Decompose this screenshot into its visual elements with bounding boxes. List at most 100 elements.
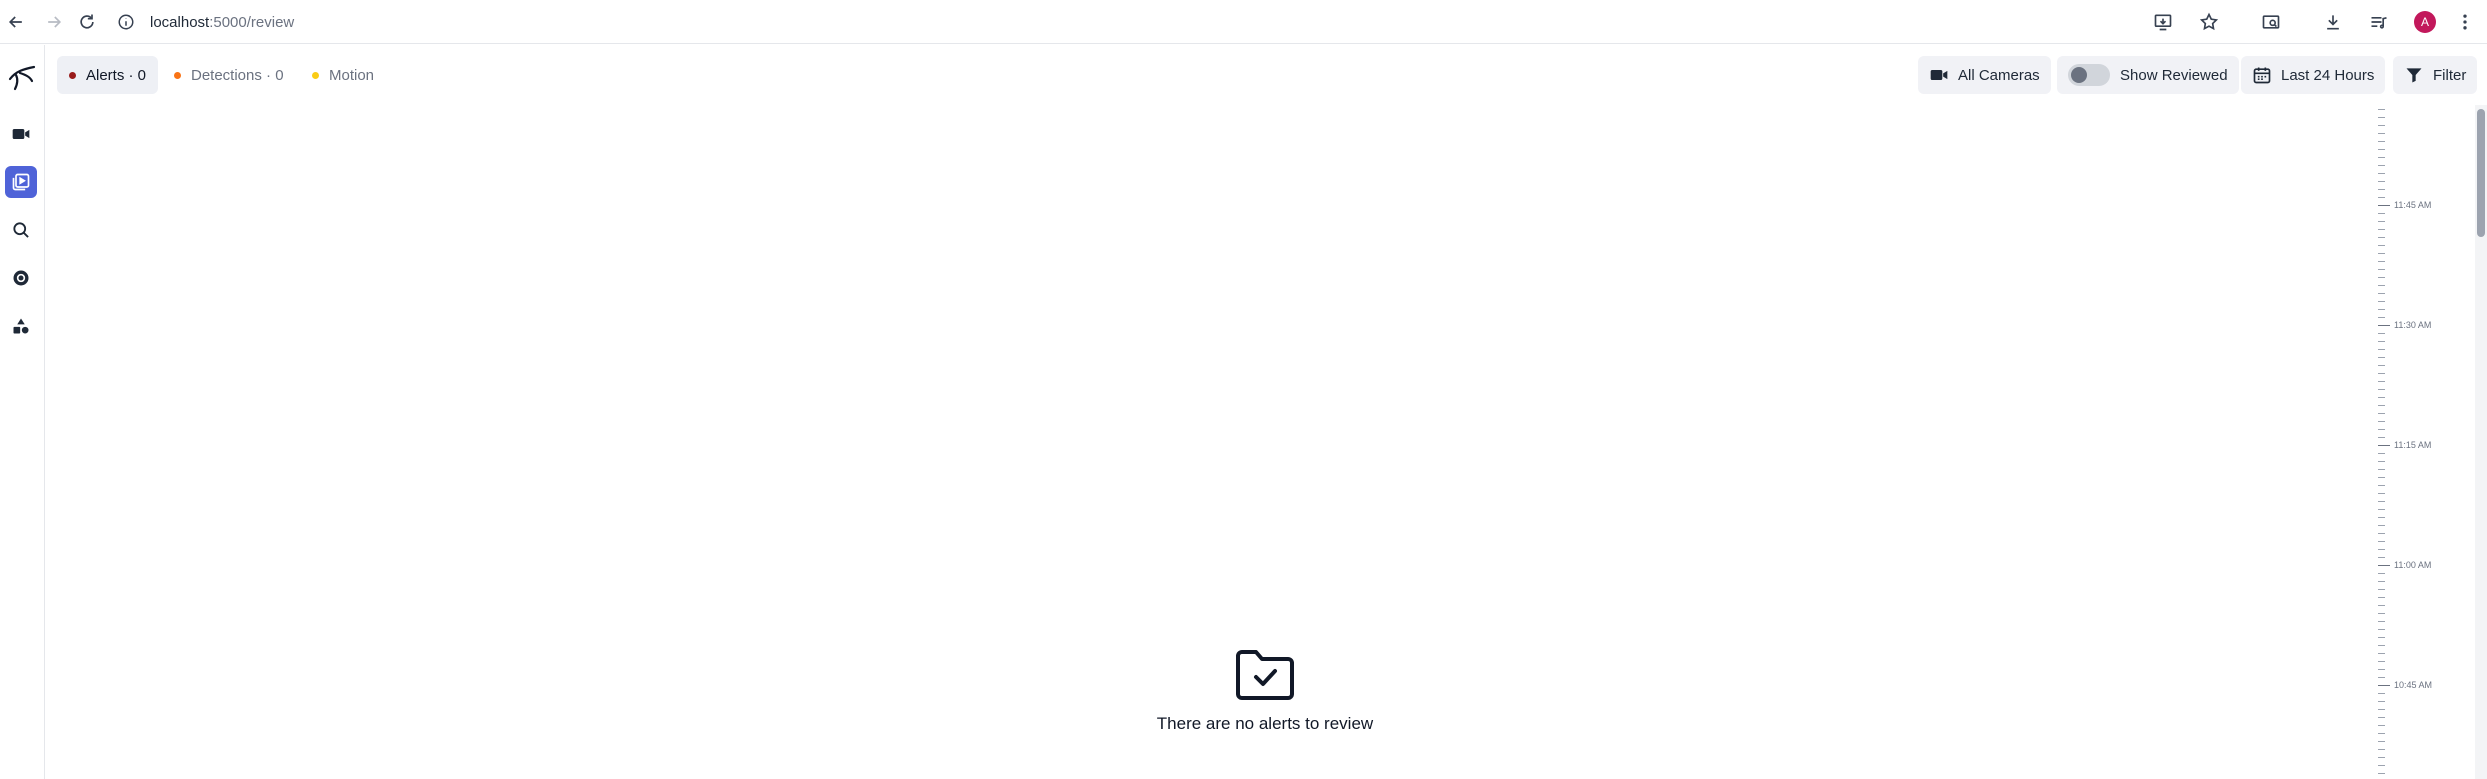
profile-initial: A <box>2414 11 2436 33</box>
timeline-minor-tick <box>2378 221 2385 222</box>
address-bar[interactable]: localhost:5000/review <box>116 8 294 36</box>
timeline-minor-tick <box>2378 181 2385 182</box>
review-toolbar: Alerts · 0 Detections · 0 Motion All Cam… <box>46 45 2487 105</box>
timeline-minor-tick <box>2378 605 2385 606</box>
all-cameras-label: All Cameras <box>1958 66 2040 84</box>
timeline-label: 11:30 AM <box>2394 320 2432 330</box>
timeline-scrollbar[interactable] <box>2475 105 2487 779</box>
timeline-minor-tick <box>2378 109 2385 110</box>
timeline-minor-tick <box>2378 773 2385 774</box>
shapes-icon <box>13 318 29 334</box>
browser-toolbar: localhost:5000/review A <box>0 0 2487 44</box>
record-icon <box>13 270 29 286</box>
timeline-minor-tick <box>2378 341 2385 342</box>
date-range-button[interactable]: Last 24 Hours <box>2241 56 2386 94</box>
timeline-major-tick <box>2378 445 2390 446</box>
timeline-minor-tick <box>2378 317 2385 318</box>
all-cameras-button[interactable]: All Cameras <box>1918 56 2051 94</box>
sidebar-item-review[interactable] <box>5 166 37 198</box>
timeline-minor-tick <box>2378 629 2385 630</box>
forward-button[interactable] <box>42 10 66 34</box>
timeline-minor-tick <box>2378 373 2385 374</box>
video-camera-icon <box>12 129 30 139</box>
review-play-icon <box>12 173 30 191</box>
filter-button[interactable]: Filter <box>2393 56 2478 94</box>
timeline-minor-tick <box>2378 301 2385 302</box>
timeline-minor-tick <box>2378 653 2385 654</box>
sidebar-item-explore[interactable] <box>5 214 37 246</box>
timeline-minor-tick <box>2378 757 2385 758</box>
timeline-minor-tick <box>2378 741 2385 742</box>
tab-alerts[interactable]: Alerts · 0 <box>57 56 159 94</box>
tab-motion[interactable]: Motion <box>300 56 386 94</box>
timeline-minor-tick <box>2378 733 2385 734</box>
sidebar-item-settings[interactable] <box>5 310 37 342</box>
site-info-icon[interactable] <box>116 12 136 32</box>
bookmark-star-icon[interactable] <box>2195 8 2223 36</box>
review-timeline[interactable]: 11:45 AM 11:30 AM 11:15 AM 11:00 AM 10:4… <box>2378 105 2475 779</box>
timeline-minor-tick <box>2378 413 2385 414</box>
sidebar-item-live[interactable] <box>5 118 37 150</box>
timeline-minor-tick <box>2378 237 2385 238</box>
timeline-label: 11:00 AM <box>2394 560 2432 570</box>
timeline-minor-tick <box>2378 125 2385 126</box>
downloads-icon[interactable] <box>2319 8 2347 36</box>
tab-alerts-label: Alerts · 0 <box>86 66 147 84</box>
timeline-minor-tick <box>2378 229 2385 230</box>
timeline-minor-tick <box>2378 389 2385 390</box>
timeline-minor-tick <box>2378 357 2385 358</box>
filter-icon <box>2406 68 2422 83</box>
tab-detections[interactable]: Detections · 0 <box>162 56 296 94</box>
empty-state-message: There are no alerts to review <box>1156 714 1374 733</box>
install-app-icon[interactable] <box>2149 8 2177 36</box>
folder-check-icon <box>1236 650 1294 700</box>
reload-button[interactable] <box>75 10 99 34</box>
screen-search-icon[interactable] <box>2257 8 2285 36</box>
scrollbar-thumb[interactable] <box>2477 109 2485 237</box>
timeline-minor-tick <box>2378 549 2385 550</box>
timeline-minor-tick <box>2378 421 2385 422</box>
timeline-minor-tick <box>2378 141 2385 142</box>
url-path: :5000/review <box>209 13 295 31</box>
search-icon <box>13 222 29 238</box>
show-reviewed-toggle[interactable] <box>2068 64 2110 86</box>
timeline-minor-tick <box>2378 461 2385 462</box>
frigate-logo[interactable] <box>6 61 38 93</box>
tab-motion-label: Motion <box>329 66 375 84</box>
motion-dot <box>312 71 319 79</box>
detections-dot <box>174 71 181 79</box>
timeline-minor-tick <box>2378 149 2385 150</box>
timeline-minor-tick <box>2378 189 2385 190</box>
profile-avatar[interactable]: A <box>2411 8 2439 36</box>
video-camera-icon <box>1930 70 1948 80</box>
timeline-minor-tick <box>2378 165 2385 166</box>
timeline-minor-tick <box>2378 541 2385 542</box>
timeline-minor-tick <box>2378 397 2385 398</box>
sidebar-item-export[interactable] <box>5 262 37 294</box>
back-button[interactable] <box>4 10 28 34</box>
timeline-minor-tick <box>2378 245 2385 246</box>
media-control-icon[interactable] <box>2365 8 2393 36</box>
timeline-minor-tick <box>2378 365 2385 366</box>
show-reviewed-control[interactable]: Show Reviewed <box>2057 56 2239 94</box>
timeline-minor-tick <box>2378 749 2385 750</box>
tab-detections-label: Detections · 0 <box>191 66 284 84</box>
timeline-minor-tick <box>2378 213 2385 214</box>
timeline-minor-tick <box>2378 485 2385 486</box>
timeline-label: 11:15 AM <box>2394 440 2432 450</box>
timeline-minor-tick <box>2378 509 2385 510</box>
timeline-minor-tick <box>2378 725 2385 726</box>
timeline-minor-tick <box>2378 589 2385 590</box>
timeline-minor-tick <box>2378 253 2385 254</box>
timeline-minor-tick <box>2378 277 2385 278</box>
timeline-minor-tick <box>2378 637 2385 638</box>
timeline-minor-tick <box>2378 677 2385 678</box>
timeline-minor-tick <box>2378 437 2385 438</box>
browser-menu-icon[interactable] <box>2451 8 2479 36</box>
date-range-label: Last 24 Hours <box>2281 66 2375 84</box>
app-sidebar <box>0 45 45 779</box>
timeline-minor-tick <box>2378 533 2385 534</box>
timeline-minor-tick <box>2378 701 2385 702</box>
timeline-minor-tick <box>2378 581 2385 582</box>
timeline-major-tick <box>2378 685 2390 686</box>
